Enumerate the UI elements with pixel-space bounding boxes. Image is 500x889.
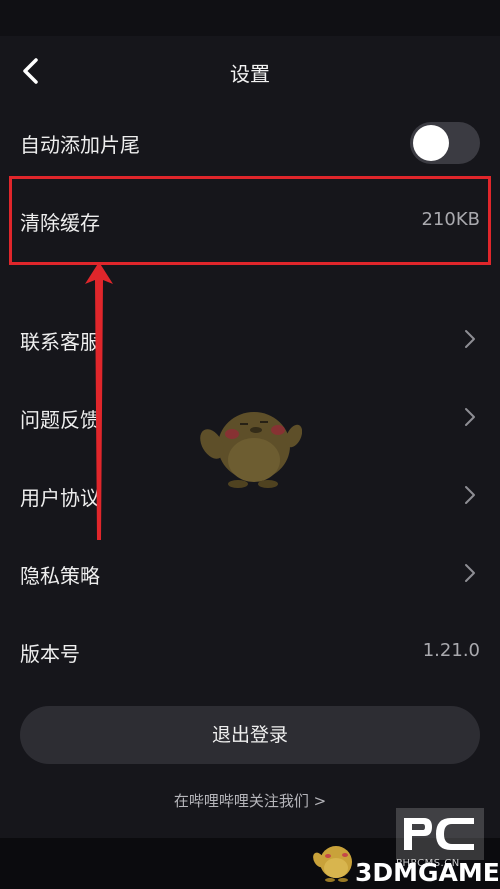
chevron-right-icon [465, 330, 475, 348]
pc-logo-icon: PC [396, 808, 484, 860]
version-label: 版本号 [20, 642, 80, 666]
toggle-knob [413, 125, 449, 161]
brand-logo-text: 3DMGAME [355, 858, 500, 887]
arrow-up-icon [85, 262, 113, 540]
chevron-right-icon [465, 408, 475, 426]
highlight-box [9, 176, 491, 265]
chevron-right-icon [465, 564, 475, 582]
contact-support-row[interactable]: 联系客服 [0, 309, 500, 369]
mascot-watermark-icon [200, 412, 302, 488]
mascot-logo-icon [313, 846, 352, 882]
status-bar [0, 0, 500, 36]
privacy-policy-row[interactable]: 隐私策略 [0, 543, 500, 603]
chevron-right-icon [465, 486, 475, 504]
nav-bar: 设置 [0, 36, 500, 108]
version-value: 1.21.0 [422, 640, 480, 661]
auto-outro-toggle[interactable] [410, 122, 480, 164]
version-row: 版本号 1.21.0 [0, 621, 500, 681]
page-title: 设置 [230, 62, 270, 86]
logout-button[interactable]: 退出登录 [20, 706, 480, 764]
settings-screen: 设置 自动添加片尾 清除缓存 210KB 联系客服 问题反馈 用户协议 隐私策略 [0, 0, 500, 889]
auto-outro-label: 自动添加片尾 [20, 133, 140, 157]
auto-outro-row: 自动添加片尾 [0, 112, 500, 172]
privacy-policy-label: 隐私策略 [20, 564, 100, 588]
